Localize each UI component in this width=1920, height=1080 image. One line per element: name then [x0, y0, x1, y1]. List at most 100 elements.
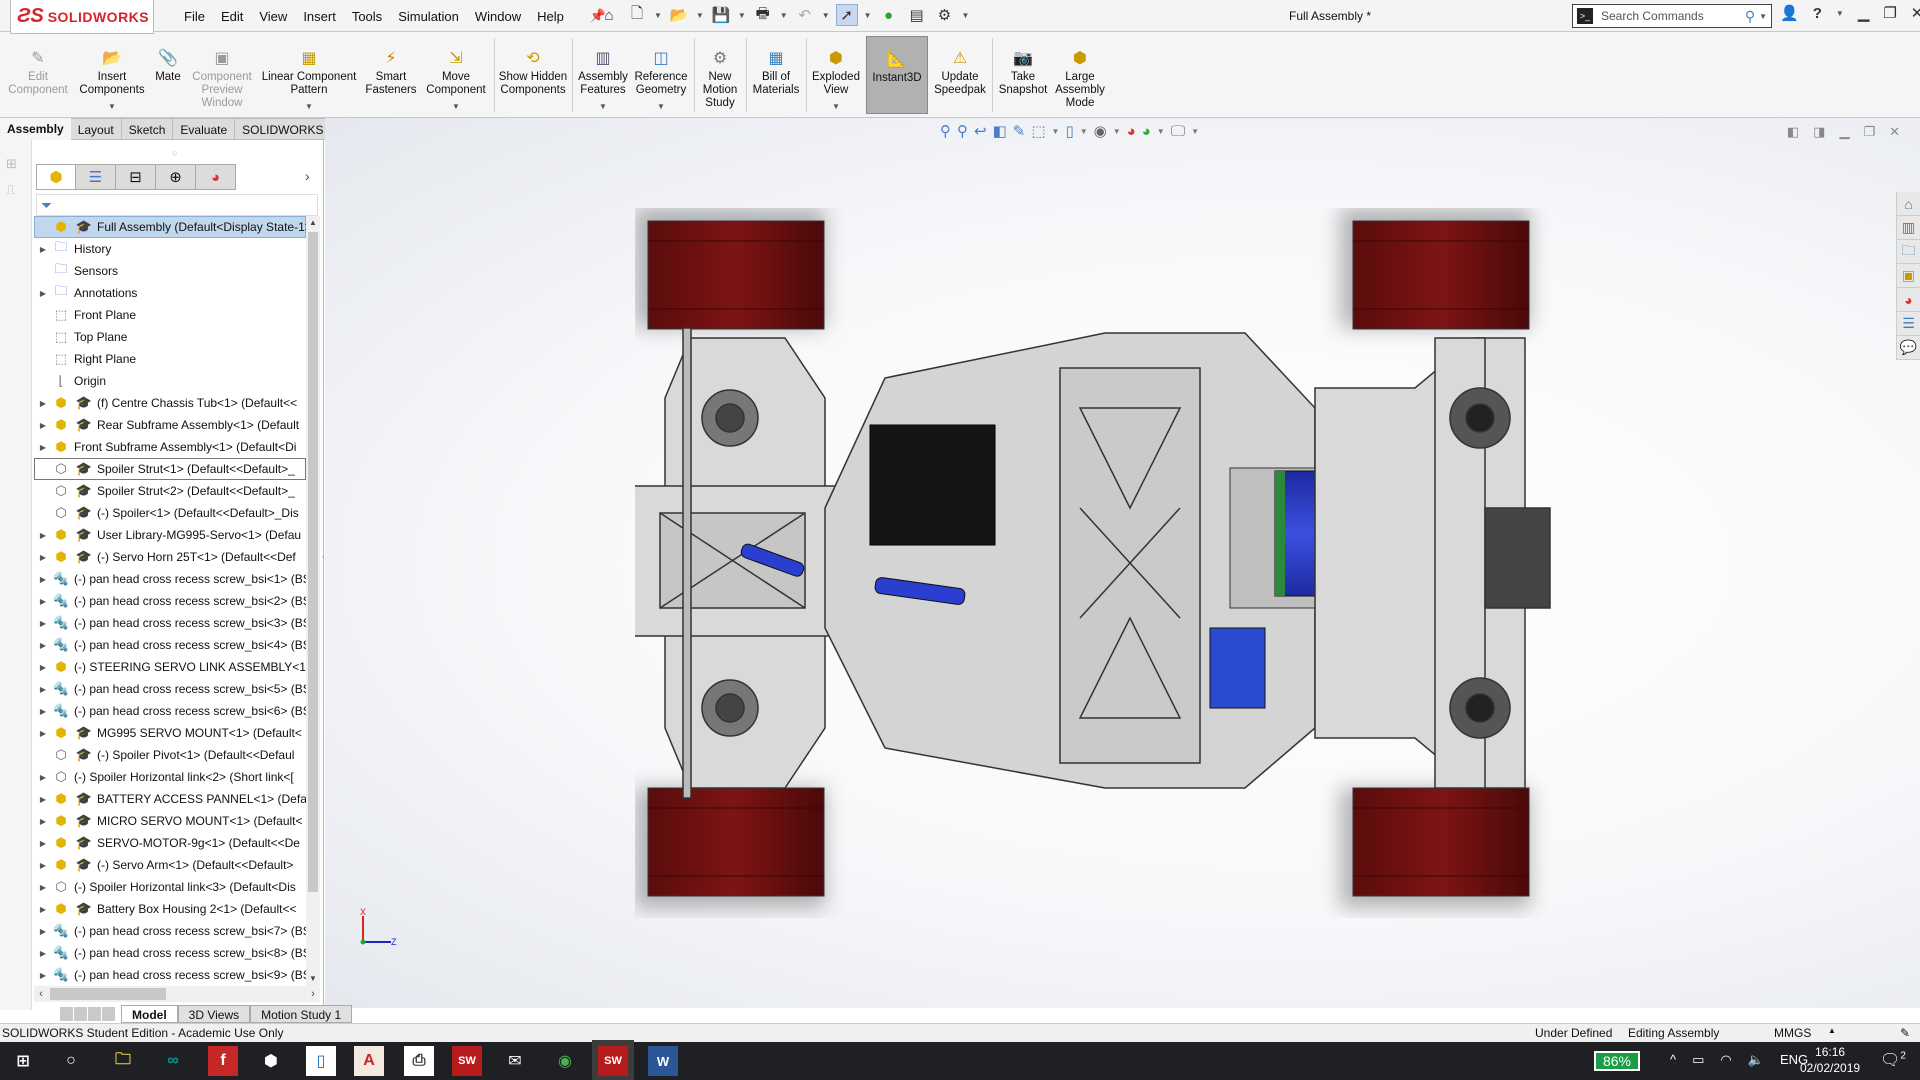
dimxpert-manager-tab[interactable]: ⊕	[156, 164, 196, 190]
tree-item[interactable]: ⬚ Right Plane	[34, 348, 306, 370]
search-input[interactable]: Search Commands	[1601, 9, 1704, 23]
expand-arrow-icon[interactable]: ▶	[35, 685, 51, 694]
sketch-icon[interactable]: ⎍	[6, 182, 15, 198]
chevron-down-icon[interactable]: ▼	[822, 11, 830, 20]
component-preview-window-button[interactable]: ▣ Component Preview Window	[188, 32, 256, 118]
file-explorer-icon[interactable]: 🗀	[108, 1046, 138, 1076]
linear-component-pattern-button[interactable]: ▦ Linear Component Pattern ▼	[258, 32, 360, 118]
undo-icon[interactable]: ↶	[794, 4, 816, 26]
smart-fasteners-button[interactable]: ⚡ Smart Fasteners	[362, 32, 420, 118]
tree-item[interactable]: ▶ ⬢ 🎓 Rear Subframe Assembly<1> (Default	[34, 414, 306, 436]
menu-window[interactable]: Window	[467, 9, 529, 24]
expand-arrow-icon[interactable]: ▶	[35, 773, 51, 782]
tab-scroll-buttons[interactable]	[60, 1007, 115, 1021]
menu-edit[interactable]: Edit	[213, 9, 251, 24]
expand-arrow-icon[interactable]: ▶	[35, 421, 51, 430]
chevron-down-icon[interactable]: ▼	[657, 100, 665, 113]
rebuild-traffic-light-icon[interactable]: ●	[878, 4, 900, 26]
view-settings-monitor-icon[interactable]: 🖵	[1171, 123, 1185, 140]
tree-item[interactable]: ▶ 🔩 (-) pan head cross recess screw_bsi<7>…	[34, 920, 306, 942]
app-circuit-icon[interactable]: ⎙	[404, 1046, 434, 1076]
tree-item[interactable]: ⬡ 🎓 (-) Spoiler<1> (Default<<Default>_Dis	[34, 502, 306, 524]
solidworks-logo[interactable]: ƧS SOLIDWORKS	[10, 0, 154, 34]
home-icon[interactable]: ⌂	[598, 4, 620, 26]
tree-item[interactable]: ▶ ⬡ (-) Spoiler Horizontal link<2> (Short …	[34, 766, 306, 788]
chevron-down-icon[interactable]: ▼	[864, 11, 872, 20]
wifi-icon[interactable]: ◠	[1720, 1052, 1731, 1068]
view-palette-icon[interactable]: ▣	[1897, 264, 1920, 288]
graphics-area[interactable]: ⚲ ⚲ ↩ ◧ ✎ ⬚ ▼ ▯ ▼ ◉ ▼ ◕ ◕ ▼ 🖵 ▼ ◧ ◨ ▁ ❐ ✕ ⌂ ▥…	[325, 118, 1920, 1008]
tree-item[interactable]: ▶ 🔩 (-) pan head cross recess screw_bsi<2>…	[34, 590, 306, 612]
close-button[interactable]: ✕	[1911, 4, 1920, 22]
word-icon[interactable]: W	[648, 1046, 678, 1076]
chrome-icon[interactable]: ◉	[550, 1046, 580, 1076]
user-account-icon[interactable]: 👤	[1780, 4, 1799, 22]
tree-item[interactable]: ▶ ⬢ 🎓 User Library-MG995-Servo<1> (Defau	[34, 524, 306, 546]
tree-item[interactable]: ▶ ⬢ 🎓 MG995 SERVO MOUNT<1> (Default<	[34, 722, 306, 744]
expand-arrow-icon[interactable]: ▶	[35, 949, 51, 958]
prev-tab-icon[interactable]	[74, 1007, 87, 1021]
tree-item[interactable]: ⌊ Origin	[34, 370, 306, 392]
viewport-restore-button[interactable]: ❐	[1863, 124, 1875, 140]
expand-arrow-icon[interactable]: ▶	[35, 399, 51, 408]
chevron-down-icon[interactable]: ▼	[780, 11, 788, 20]
rc-car-assembly-model[interactable]	[635, 208, 1635, 918]
expand-arrow-icon[interactable]: ▶	[35, 861, 51, 870]
tree-filter[interactable]: ⏷	[36, 194, 318, 216]
expand-arrow-icon[interactable]: ▶	[35, 641, 51, 650]
tree-item[interactable]: ⬢ 🎓 Full Assembly (Default<Display State-1…	[34, 216, 306, 238]
expand-arrow-icon[interactable]: ▶	[35, 817, 51, 826]
take-snapshot-button[interactable]: 📷 Take Snapshot	[996, 32, 1050, 118]
windows-start-icon[interactable]: ⊞	[8, 1046, 38, 1076]
expand-arrow-icon[interactable]: ▶	[35, 597, 51, 606]
chevron-down-icon[interactable]: ▼	[1836, 9, 1844, 18]
print-icon[interactable]: 🖶	[752, 4, 774, 26]
app-window-icon[interactable]: ▯	[306, 1046, 336, 1076]
scroll-left-icon[interactable]: ‹	[34, 986, 48, 1002]
tile-left-icon[interactable]: ◧	[1787, 124, 1799, 140]
show-hidden-components-button[interactable]: ⟲ Show Hidden Components	[498, 32, 568, 118]
instant3d-button[interactable]: 📐 Instant3D	[866, 36, 928, 114]
assembly-features-button[interactable]: ▥ Assembly Features ▼	[576, 32, 630, 118]
scroll-up-icon[interactable]: ▲	[306, 216, 320, 230]
custom-properties-icon[interactable]: ☰	[1897, 312, 1920, 336]
restore-button[interactable]: ❐	[1883, 4, 1896, 22]
tree-item[interactable]: ▶ ⬢ 🎓 SERVO-MOTOR-9g<1> (Default<<De	[34, 832, 306, 854]
solidworks-2018-icon[interactable]: SW	[452, 1046, 482, 1076]
help-icon[interactable]: ?	[1813, 5, 1822, 22]
pattern-icon[interactable]: ⊞	[6, 156, 17, 172]
menu-simulation[interactable]: Simulation	[390, 9, 467, 24]
solidworks-2018-active-icon[interactable]: SW	[592, 1040, 634, 1080]
chevron-down-icon[interactable]: ▼	[832, 100, 840, 113]
property-manager-tab[interactable]: ☰	[76, 164, 116, 190]
chevron-down-icon[interactable]: ▼	[738, 11, 746, 20]
app-cube-icon[interactable]: ⬢	[256, 1046, 286, 1076]
tree-item[interactable]: ▶ 🔩 (-) pan head cross recess screw_bsi<6>…	[34, 700, 306, 722]
view-orientation-icon[interactable]: ⬚	[1031, 122, 1045, 140]
expand-arrow-icon[interactable]: ▶	[35, 443, 51, 452]
expand-arrow-icon[interactable]: ▶	[35, 795, 51, 804]
viewport-minimize-button[interactable]: ▁	[1839, 124, 1849, 140]
search-commands-box[interactable]: >_ Search Commands ⚲ ▼	[1572, 4, 1772, 28]
display-manager-tab[interactable]: ◕	[196, 164, 236, 190]
expand-arrow-icon[interactable]: ▶	[35, 553, 51, 562]
expand-arrow-icon[interactable]: ▶	[35, 883, 51, 892]
chevron-down-icon[interactable]: ▼	[1191, 127, 1199, 136]
tree-item[interactable]: ▶ 🗀 Annotations	[34, 282, 306, 304]
insert-components-button[interactable]: 📂 Insert Components ▼	[76, 32, 148, 118]
expand-arrow-icon[interactable]: ▶	[35, 531, 51, 540]
tree-item[interactable]: ▶ 🔩 (-) pan head cross recess screw_bsi<4>…	[34, 634, 306, 656]
expand-arrow-icon[interactable]: ▶	[35, 971, 51, 980]
chevron-down-icon[interactable]: ▼	[305, 100, 313, 113]
expand-arrow-icon[interactable]: ▶	[35, 905, 51, 914]
update-speedpak-button[interactable]: ⚠ Update Speedpak	[932, 32, 988, 118]
panel-grip-icon[interactable]: ○	[172, 148, 177, 158]
tile-right-icon[interactable]: ◨	[1813, 124, 1825, 140]
chevron-up-icon[interactable]: ▲	[1828, 1026, 1836, 1035]
open-icon[interactable]: 📂	[668, 4, 690, 26]
tree-item[interactable]: ⬡ 🎓 Spoiler Strut<2> (Default<<Default>_	[34, 480, 306, 502]
autocad-icon[interactable]: A	[354, 1046, 384, 1076]
chevron-down-icon[interactable]: ▼	[1759, 12, 1767, 21]
tree-item[interactable]: ▶ 🗀 History	[34, 238, 306, 260]
select-cursor-icon[interactable]: ➚	[835, 4, 858, 26]
